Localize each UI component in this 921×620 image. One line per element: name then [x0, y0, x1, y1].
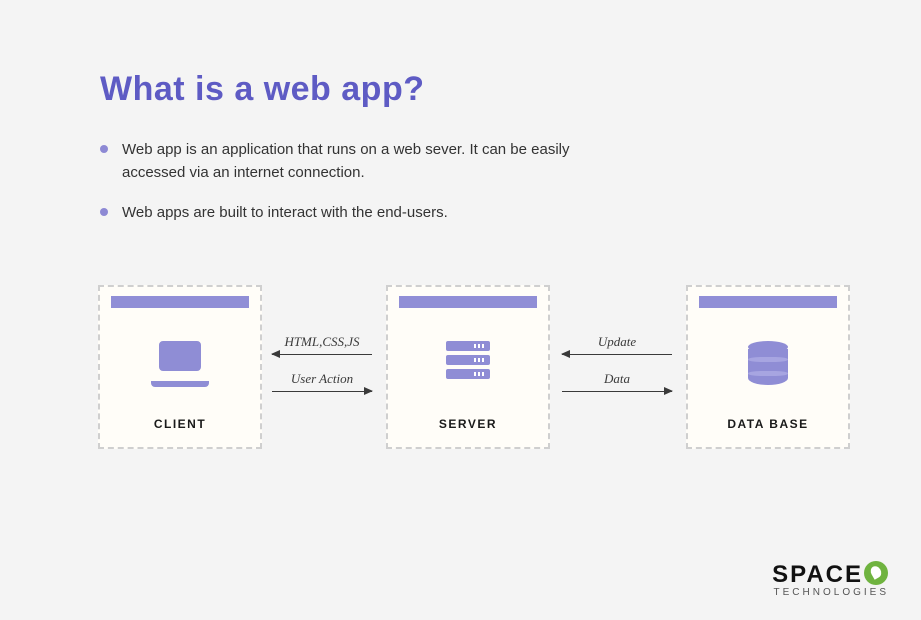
- arrow-label: User Action: [272, 371, 372, 387]
- arrow-right-icon: [272, 391, 372, 392]
- node-client: CLIENT: [98, 285, 262, 449]
- brand-text: SPACE: [772, 561, 863, 588]
- arrow-server-to-db: Data: [562, 371, 672, 392]
- node-accent-bar: [111, 296, 249, 308]
- arrow-label: Update: [562, 334, 672, 350]
- arrow-label: Data: [562, 371, 672, 387]
- node-accent-bar: [399, 296, 537, 308]
- brand-logo: SPACE TECHNOLOGIES: [772, 561, 889, 598]
- arrow-server-to-client: HTML,CSS,JS: [272, 334, 372, 355]
- page-title: What is a web app?: [100, 70, 821, 109]
- arrow-client-to-server: User Action: [272, 371, 372, 392]
- bullet-list: Web app is an application that runs on a…: [100, 139, 620, 225]
- arrow-right-icon: [562, 391, 672, 392]
- arrow-db-to-server: Update: [562, 334, 672, 355]
- arrow-left-icon: [272, 354, 372, 355]
- database-icon: [748, 341, 788, 387]
- node-database: DATA BASE: [686, 285, 850, 449]
- arrow-label: HTML,CSS,JS: [272, 334, 372, 350]
- node-server: SERVER: [386, 285, 550, 449]
- node-label: SERVER: [388, 417, 548, 431]
- server-icon: [446, 341, 490, 379]
- node-label: DATA BASE: [688, 417, 848, 431]
- bullet-item: Web apps are built to interact with the …: [100, 202, 620, 225]
- leaf-icon: [864, 561, 888, 585]
- brand-tagline: TECHNOLOGIES: [772, 587, 889, 598]
- bullet-item: Web app is an application that runs on a…: [100, 139, 620, 184]
- architecture-diagram: CLIENT SERVER DATA BASE HTML,CSS,JS User…: [0, 285, 921, 450]
- arrow-left-icon: [562, 354, 672, 355]
- node-label: CLIENT: [100, 417, 260, 431]
- laptop-icon: [151, 341, 209, 387]
- node-accent-bar: [699, 296, 837, 308]
- brand-name: SPACE: [772, 561, 889, 589]
